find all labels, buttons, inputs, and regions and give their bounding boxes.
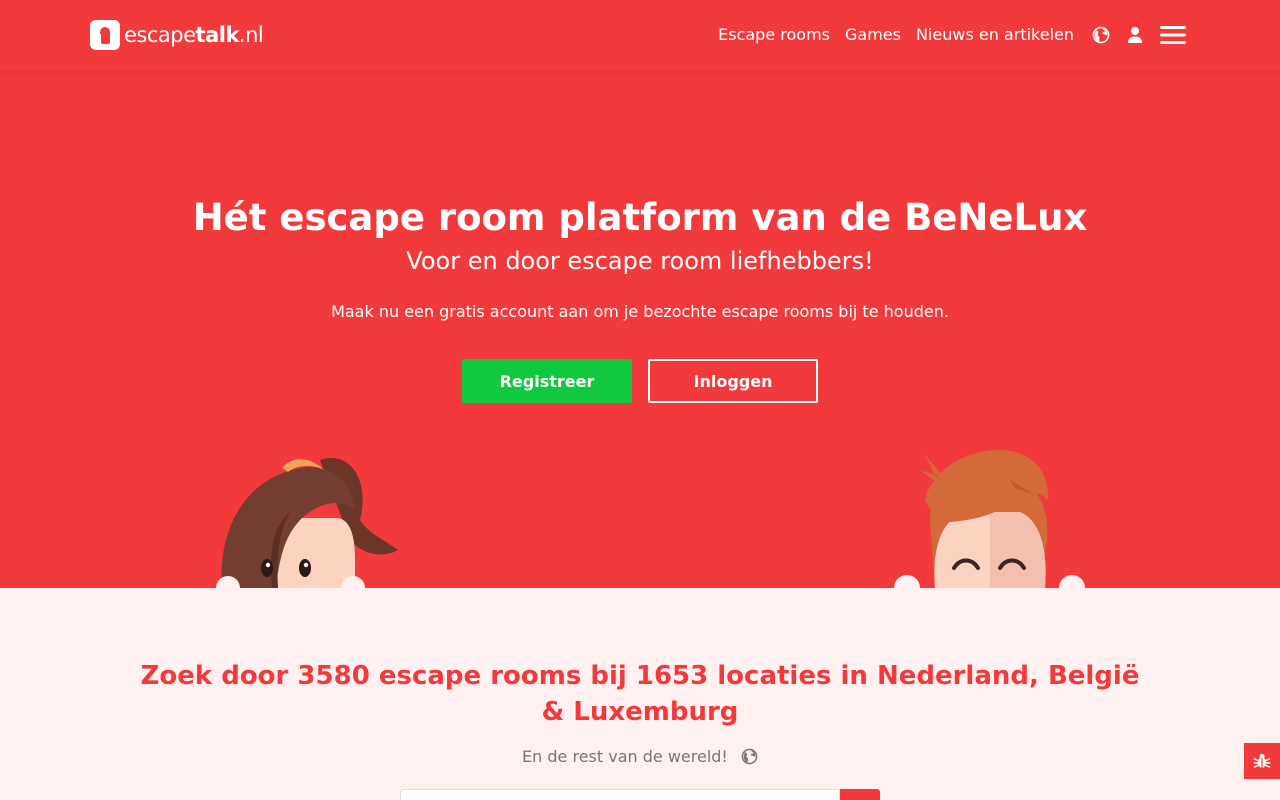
search-section: Zoek door 3580 escape rooms bij 1653 loc… — [0, 588, 1280, 800]
nav-games[interactable]: Games — [845, 20, 901, 50]
girl-character-illustration — [216, 458, 398, 588]
keyhole-logo-icon — [90, 20, 120, 50]
register-button[interactable]: Registreer — [462, 359, 632, 403]
nav-news-articles[interactable]: Nieuws en artikelen — [916, 20, 1074, 50]
boy-character-illustration — [894, 450, 1085, 588]
globe-icon[interactable] — [1092, 26, 1110, 44]
hero-subtitle: Voor en door escape room liefhebbers! — [406, 247, 874, 275]
logo-text-suffix: .nl — [238, 23, 264, 47]
nav-escape-rooms[interactable]: Escape rooms — [718, 20, 830, 50]
top-navigation-bar: escapetalk.nl Escape rooms Games Nieuws … — [0, 0, 1280, 70]
search-subtitle-text: En de rest van de wereld! — [522, 747, 728, 766]
logo-text: escapetalk.nl — [124, 20, 264, 50]
hero-section: Hét escape room platform van de BeNeLux … — [0, 70, 1280, 588]
search-button[interactable] — [840, 789, 880, 800]
search-input[interactable] — [400, 789, 840, 800]
user-icon[interactable] — [1127, 26, 1143, 44]
hamburger-menu-icon[interactable] — [1160, 25, 1186, 45]
hero-text: Maak nu een gratis account aan om je bez… — [331, 302, 949, 321]
search-subtitle: En de rest van de wereld! — [0, 746, 1280, 768]
main-nav: Escape rooms Games Nieuws en artikelen — [703, 20, 1186, 50]
login-button[interactable]: Inloggen — [648, 359, 818, 403]
hero-title: Hét escape room platform van de BeNeLux — [192, 196, 1088, 239]
bug-icon — [1253, 753, 1271, 768]
site-logo[interactable]: escapetalk.nl — [90, 20, 264, 50]
search-title: Zoek door 3580 escape rooms bij 1653 loc… — [140, 661, 1140, 727]
logo-text-bold: talk — [195, 23, 240, 47]
logo-text-light: escape — [124, 23, 196, 47]
feedback-bug-button[interactable] — [1244, 743, 1280, 779]
world-globe-icon[interactable] — [741, 748, 758, 765]
